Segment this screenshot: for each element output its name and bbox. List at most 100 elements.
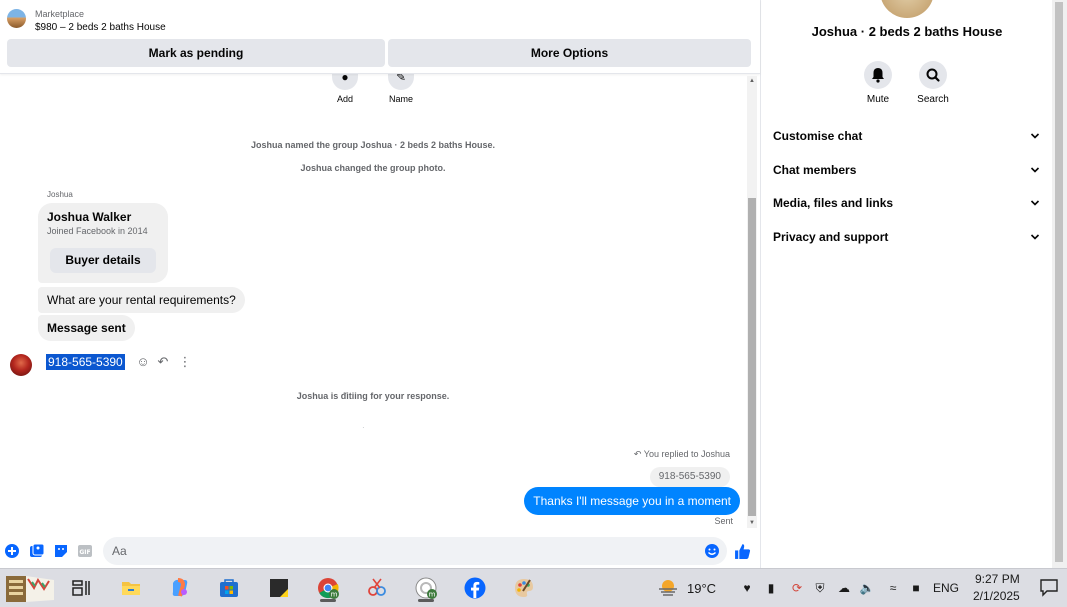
thumbs-up-icon[interactable] [734, 543, 751, 559]
react-icon[interactable]: ☺ [135, 354, 151, 370]
chat-scrollbar-thumb[interactable] [748, 198, 756, 516]
scroll-up-arrow-icon[interactable]: ▲ [747, 76, 757, 86]
window-scrollbar[interactable] [1052, 0, 1067, 568]
paint-icon[interactable] [510, 574, 538, 602]
chat-info-panel: Joshua · 2 beds 2 baths House Mute Searc… [760, 0, 1052, 568]
message-list: ● Add ✎ Name Joshua named the group Josh… [0, 74, 746, 528]
quoted-message[interactable]: 918-565-5390 [649, 467, 730, 487]
chat-panel: Marketplace $980 – 2 beds 2 baths House … [0, 0, 760, 568]
svg-text:m: m [429, 591, 436, 599]
file-explorer-icon[interactable] [117, 574, 145, 602]
mute-label: Mute [866, 94, 890, 105]
volume-icon[interactable]: 🔈 [859, 579, 875, 597]
section-label: Media, files and links [773, 196, 894, 210]
plus-circle-icon[interactable] [4, 543, 20, 559]
group-photo[interactable] [880, 0, 934, 18]
mute-button[interactable]: Mute [848, 61, 908, 105]
chevron-down-icon [1027, 225, 1043, 249]
svg-text:GIF: GIF [79, 549, 90, 556]
scroll-down-arrow-icon[interactable]: ▼ [747, 518, 757, 528]
group-title: Joshua · 2 beds 2 baths House [811, 24, 1003, 39]
facebook-icon[interactable] [461, 574, 489, 602]
photo-icon[interactable] [29, 543, 45, 559]
sticker-icon[interactable] [53, 543, 69, 559]
chrome-profile-icon[interactable]: m [412, 574, 440, 602]
security-shield-icon[interactable]: ⛨ [812, 579, 828, 597]
screen: Marketplace $980 – 2 beds 2 baths House … [0, 0, 1067, 607]
reply-indicator-text: You replied to Joshua [643, 449, 730, 459]
chevron-down-icon [1027, 158, 1043, 182]
chat-header: Marketplace $980 – 2 beds 2 baths House … [0, 0, 760, 74]
chevron-down-icon [1027, 124, 1043, 148]
chrome-icon[interactable]: m [314, 574, 342, 602]
active-app-indicator [418, 599, 434, 602]
section-label: Privacy and support [773, 230, 889, 244]
copilot-icon[interactable] [166, 574, 194, 602]
message-bubble[interactable]: What are your rental requirements? [38, 287, 245, 313]
typing-dot: · [362, 423, 365, 432]
clock-date[interactable]: 2/1/2025 [973, 589, 1020, 603]
more-options-button[interactable]: More Options [388, 39, 751, 67]
section-customise-chat[interactable]: Customise chat [773, 124, 1043, 148]
add-label: Add [336, 94, 353, 104]
name-group-action[interactable]: ✎ Name [381, 74, 421, 104]
search-label: Search [917, 94, 949, 105]
system-message-changed-photo: Joshua changed the group photo. [300, 163, 446, 173]
listing-thumbnail[interactable] [7, 9, 26, 28]
marketplace-label: Marketplace [35, 9, 85, 19]
section-chat-members[interactable]: Chat members [773, 158, 1043, 182]
contact-name: Joshua Walker [47, 210, 132, 224]
task-view-icon[interactable] [67, 574, 95, 602]
outgoing-message-bubble[interactable]: Thanks I'll message you in a moment [524, 487, 740, 515]
reply-icon[interactable]: ↶ [155, 354, 171, 370]
add-people-action[interactable]: ● Add [325, 74, 365, 104]
section-label: Customise chat [773, 129, 863, 143]
notification-center-icon[interactable] [1039, 577, 1059, 599]
chevron-down-icon [1027, 191, 1043, 215]
contact-joined: Joined Facebook in 2014 [47, 226, 148, 236]
section-label: Chat members [773, 163, 857, 177]
composer: GIF [0, 534, 760, 568]
emoji-icon[interactable] [704, 543, 720, 559]
clock-time[interactable]: 9:27 PM [975, 572, 1020, 586]
more-icon[interactable]: ⋮ [177, 354, 193, 370]
taskbar: m m 19°C ♥ ▮ ⟳ ⛨ ☁ 🔈 ≈ ■ ENG 9:27 PM 2/1… [0, 568, 1067, 607]
system-message-named-group: Joshua named the group Joshua · 2 beds 2… [250, 140, 496, 150]
selected-phone-message[interactable]: 918-565-5390 [46, 354, 125, 370]
avatar[interactable] [10, 354, 32, 376]
weather-temperature[interactable]: 19°C [687, 581, 716, 596]
widgets-icon[interactable] [2, 570, 58, 606]
reply-arrow-icon: ↶ [633, 449, 644, 459]
buyer-details-button[interactable]: Buyer details [50, 248, 156, 273]
search-icon [919, 61, 947, 89]
bell-icon [864, 61, 892, 89]
listing-title[interactable]: $980 – 2 beds 2 baths House [35, 22, 166, 33]
section-media-files-links[interactable]: Media, files and links [773, 191, 1043, 215]
sender-name: Joshua [47, 190, 73, 199]
meet-now-icon[interactable]: ■ [908, 579, 924, 597]
sync-icon[interactable]: ⟳ [789, 579, 805, 597]
message-input[interactable] [103, 537, 727, 565]
mark-as-pending-button[interactable]: Mark as pending [7, 39, 385, 67]
chat-scrollbar[interactable]: ▲ ▼ [747, 76, 757, 528]
wifi-icon[interactable]: ≈ [885, 579, 901, 597]
window-scrollbar-thumb[interactable] [1055, 2, 1063, 562]
section-privacy-support[interactable]: Privacy and support [773, 225, 1043, 249]
message-bubble[interactable]: Message sent [38, 315, 135, 341]
language-indicator[interactable]: ENG [933, 581, 959, 595]
battery-icon[interactable]: ▮ [763, 579, 779, 597]
weather-icon[interactable] [656, 577, 680, 599]
gif-icon[interactable]: GIF [77, 543, 93, 559]
reply-indicator: ↶ You replied to Joshua [634, 449, 730, 460]
location-alert-icon[interactable]: ♥ [739, 579, 755, 597]
name-label: Name [388, 94, 413, 104]
snipping-tool-icon[interactable] [363, 574, 391, 602]
add-person-icon: ● [332, 74, 358, 90]
onedrive-icon[interactable]: ☁ [836, 579, 852, 597]
svg-text:m: m [331, 591, 338, 599]
search-button[interactable]: Search [903, 61, 963, 105]
microsoft-store-icon[interactable] [215, 574, 243, 602]
active-app-indicator [320, 599, 336, 602]
system-message-waiting: Joshua is ᵭitiing for your response. [296, 391, 450, 401]
sticky-notes-icon[interactable] [265, 574, 293, 602]
